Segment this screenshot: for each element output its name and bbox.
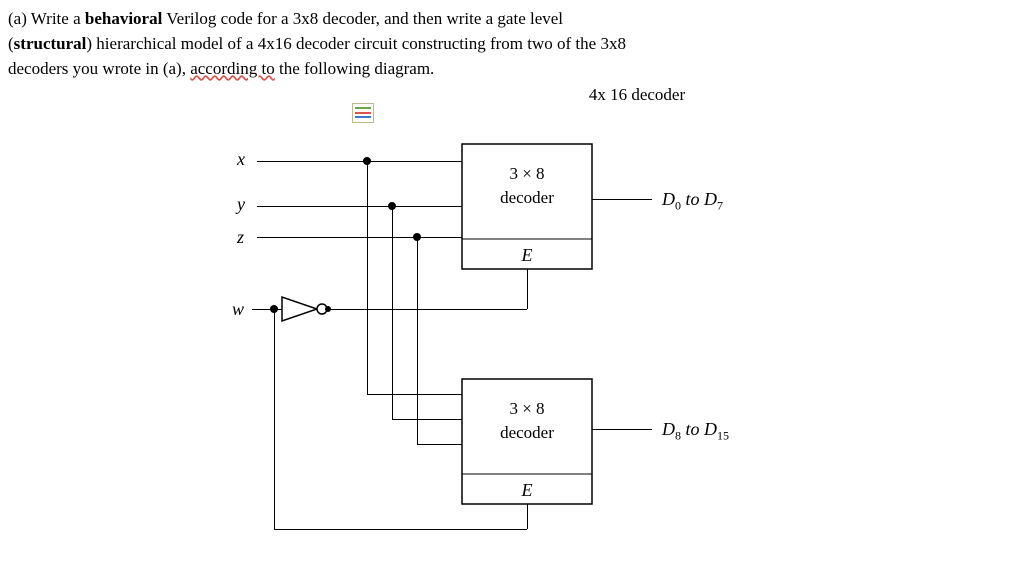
svg-text:E: E — [521, 480, 533, 500]
svg-text:E: E — [521, 245, 533, 265]
svg-text:3 × 8: 3 × 8 — [509, 164, 544, 183]
output-bottom-label: D8 to D15 — [662, 419, 729, 444]
text: decoders you wrote in (a), — [8, 59, 190, 78]
diagram-svg: 3 × 8 decoder E 3 × 8 decoder E — [62, 109, 962, 539]
question-text: (a) Write a behavioral Verilog code for … — [8, 8, 1016, 81]
svg-text:3 × 8: 3 × 8 — [509, 399, 544, 418]
svg-text:decoder: decoder — [500, 188, 554, 207]
text: ) hierarchical model of a 4x16 decoder c… — [86, 34, 626, 53]
output-top-label: D0 to D7 — [662, 189, 723, 214]
circuit-diagram: x y z w 3 × 8 decoder E 3 × 8 decoder E — [62, 109, 962, 539]
bold-behavioral: behavioral — [85, 9, 162, 28]
bold-structural: structural — [14, 34, 87, 53]
diagram-title: 4x 16 decoder — [258, 85, 1016, 105]
svg-text:decoder: decoder — [500, 423, 554, 442]
text: Verilog code for a 3x8 decoder, and then… — [162, 9, 563, 28]
spellcheck-underline: according to — [190, 59, 275, 78]
text: the following diagram. — [275, 59, 435, 78]
text: (a) Write a — [8, 9, 85, 28]
